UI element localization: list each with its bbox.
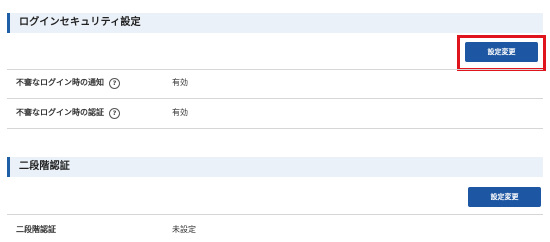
section-title: ログインセキュリティ設定	[19, 17, 141, 28]
row-value-two-step-auth: 未設定	[172, 225, 196, 234]
section-title: 二段階認証	[19, 161, 70, 172]
row-label-suspicious-login-authentication: 不審なログイン時の認証 ?	[16, 107, 120, 119]
row-label-text: 二段階認証	[16, 225, 56, 234]
login-security-header: ログインセキュリティ設定	[7, 13, 543, 33]
help-icon[interactable]: ?	[109, 77, 120, 89]
row-label-two-step-auth: 二段階認証	[16, 224, 56, 236]
help-icon[interactable]: ?	[109, 107, 120, 119]
row-label-text: 不審なログイン時の通知	[16, 78, 104, 87]
two-step-auth-header: 二段階認証	[7, 157, 543, 177]
row-label-text: 不審なログイン時の認証	[16, 108, 104, 117]
divider	[7, 128, 543, 129]
divider	[7, 69, 543, 70]
divider	[7, 98, 543, 99]
two-step-change-button[interactable]: 設定変更	[468, 187, 541, 207]
divider	[7, 214, 543, 215]
row-value-suspicious-login-notification: 有効	[172, 78, 188, 87]
row-label-suspicious-login-notification: 不審なログイン時の通知 ?	[16, 77, 120, 89]
row-value-suspicious-login-authentication: 有効	[172, 108, 188, 117]
highlight-box	[457, 35, 546, 71]
